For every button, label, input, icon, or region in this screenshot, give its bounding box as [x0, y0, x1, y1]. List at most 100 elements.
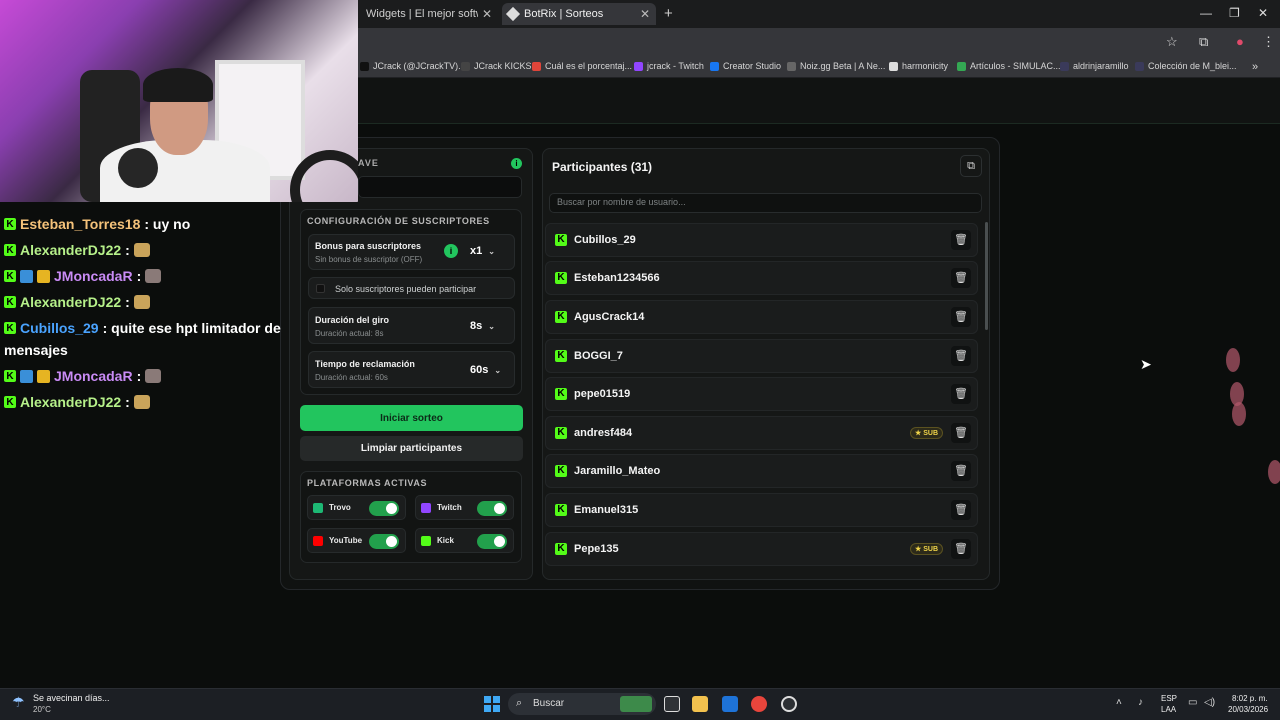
trash-icon[interactable]: 🗑: [951, 230, 971, 250]
only-subs-checkbox[interactable]: [316, 284, 325, 293]
participant-name: Pepe135: [574, 543, 619, 555]
star-icon[interactable]: ☆: [1166, 34, 1178, 50]
bookmark-item[interactable]: harmonicity: [889, 61, 948, 71]
participant-name: Esteban1234566: [574, 272, 660, 284]
trash-icon[interactable]: 🗑: [951, 268, 971, 288]
copy-icon[interactable]: ⧉: [960, 155, 982, 177]
spin-select[interactable]: 8s ⌄: [470, 320, 495, 332]
chat-user: JMoncadaR: [54, 368, 133, 384]
trash-icon[interactable]: 🗑: [951, 461, 971, 481]
emote-icon: [133, 243, 150, 257]
trash-icon[interactable]: 🗑: [951, 384, 971, 404]
bookmark-label: harmonicity: [902, 61, 949, 71]
volume-icon[interactable]: ◁): [1204, 697, 1215, 708]
trash-icon[interactable]: 🗑: [951, 423, 971, 443]
minimize-icon[interactable]: —: [1200, 6, 1212, 20]
sub-badge-label: SUB: [923, 430, 938, 437]
microphone: [118, 148, 158, 188]
bookmark-label: Colección de M_blei...: [1148, 61, 1237, 71]
tab-widgets[interactable]: Widgets | El mejor software pa ✕: [360, 3, 498, 25]
clock-time[interactable]: 8:02 p. m.: [1232, 694, 1268, 703]
weather-icon[interactable]: ☂: [12, 694, 25, 711]
start-giveaway-button[interactable]: Iniciar sorteo: [300, 405, 523, 431]
bookmark-item[interactable]: Creator Studio: [710, 61, 781, 71]
trash-icon[interactable]: 🗑: [951, 346, 971, 366]
close-icon[interactable]: ✕: [482, 7, 492, 21]
platform-toggle[interactable]: [477, 501, 507, 516]
kick-icon: K: [555, 504, 567, 516]
chat-message: K AlexanderDJ22:: [4, 394, 150, 410]
windows-start-icon[interactable]: [484, 696, 500, 712]
extensions-icon[interactable]: ⧉: [1199, 34, 1208, 50]
kick-icon: K: [4, 244, 16, 256]
chat-user: JMoncadaR: [54, 268, 133, 284]
obs-icon[interactable]: [781, 696, 797, 712]
bookmark-label: jcrack - Twitch: [647, 61, 704, 71]
bookmark-item[interactable]: Noiz.gg Beta | A Ne...: [787, 61, 885, 71]
bookmark-item[interactable]: JCrack KICKS: [461, 61, 532, 71]
platform-toggle[interactable]: [369, 501, 399, 516]
noiz-icon: [787, 61, 796, 71]
participant-row: K Jaramillo_Mateo 🗑: [545, 454, 978, 488]
bookmark-item[interactable]: aldrinjaramillo: [1060, 61, 1129, 71]
platform-name: Kick: [437, 536, 454, 545]
participant-name: pepe01519: [574, 388, 631, 400]
language-code[interactable]: ESP: [1161, 694, 1177, 703]
profile-icon[interactable]: ●: [1236, 34, 1244, 49]
x-icon: [360, 61, 369, 71]
mail-icon[interactable]: [722, 696, 738, 712]
bonus-select[interactable]: x1 ⌄: [470, 245, 495, 257]
file-explorer-icon[interactable]: [692, 696, 708, 712]
task-view-icon[interactable]: [664, 696, 680, 712]
bookmark-label: Noiz.gg Beta | A Ne...: [800, 61, 886, 71]
only-subs-option[interactable]: Solo suscriptores pueden participar: [308, 277, 515, 299]
platform-toggle[interactable]: [477, 534, 507, 549]
new-tab-button[interactable]: +: [664, 5, 673, 22]
bookmark-label: JCrack (@JCrackTV)...: [373, 61, 466, 71]
network-icon[interactable]: ▭: [1188, 697, 1197, 708]
window-close-icon[interactable]: ✕: [1258, 6, 1268, 20]
restore-icon[interactable]: ❐: [1229, 6, 1240, 20]
close-icon[interactable]: ✕: [640, 7, 650, 21]
participant-row: K Emanuel315 🗑: [545, 493, 978, 527]
facebook-icon: [710, 61, 719, 71]
twitch-icon: [421, 503, 431, 513]
info-icon[interactable]: i: [511, 158, 522, 169]
harmonicity-icon: [889, 61, 898, 71]
participant-name: Jaramillo_Mateo: [574, 465, 661, 477]
scrollbar[interactable]: [985, 222, 988, 330]
participant-row: K Esteban1234566 🗑: [545, 261, 978, 295]
bookmark-item[interactable]: jcrack - Twitch: [634, 61, 704, 71]
kick-icon: K: [555, 388, 567, 400]
option-subtitle: Duración actual: 60s: [315, 373, 388, 382]
platform-toggle[interactable]: [369, 534, 399, 549]
search-highlight-icon[interactable]: [620, 696, 652, 712]
keyword-input[interactable]: [358, 176, 522, 198]
tab-botrix[interactable]: BotRix | Sorteos ✕: [502, 3, 656, 25]
chrome-icon[interactable]: [751, 696, 767, 712]
mouse-cursor-icon: ➤: [1140, 356, 1152, 372]
claim-select[interactable]: 60s ⌄: [470, 364, 501, 376]
search-icon: ⌕: [516, 697, 523, 709]
bookmark-item[interactable]: Colección de M_blei...: [1135, 61, 1237, 71]
trash-icon[interactable]: 🗑: [951, 500, 971, 520]
menu-icon[interactable]: ⋮: [1262, 34, 1275, 50]
bookmark-item[interactable]: Cuál es el porcentaj...: [532, 61, 632, 71]
trash-icon[interactable]: 🗑: [951, 539, 971, 559]
weather-text[interactable]: Se avecinan días...: [33, 693, 110, 703]
twitch-icon: [634, 61, 643, 71]
more-bookmarks-icon[interactable]: »: [1252, 61, 1258, 73]
microphone-icon[interactable]: ♪: [1138, 697, 1143, 708]
trash-icon[interactable]: 🗑: [951, 307, 971, 327]
sub-badge-label: SUB: [923, 546, 938, 553]
bookmark-item[interactable]: JCrack (@JCrackTV)...: [360, 61, 466, 71]
info-icon[interactable]: i: [444, 244, 458, 258]
bookmark-item[interactable]: Artículos - SIMULAC...: [957, 61, 1061, 71]
clear-participants-button[interactable]: Limpiar participantes: [300, 436, 523, 461]
crown-icon: [37, 269, 50, 283]
participant-name: Emanuel315: [574, 504, 639, 516]
select-value: 8s: [470, 320, 483, 332]
chevron-up-icon[interactable]: ˄: [1116, 697, 1122, 708]
chat-text: :: [125, 394, 130, 410]
webcam-overlay: [0, 0, 358, 202]
